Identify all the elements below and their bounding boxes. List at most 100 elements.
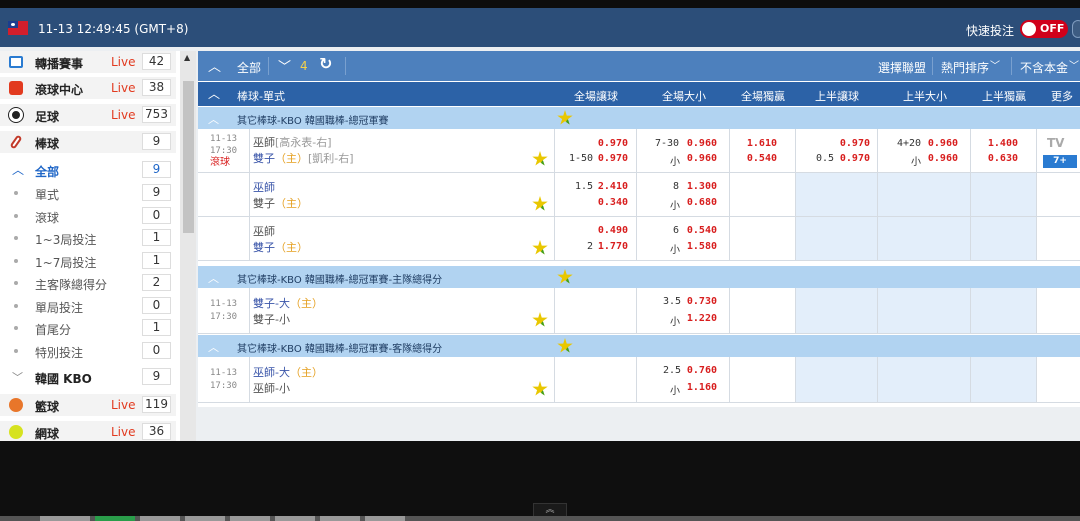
sidebar-item-basketball[interactable]: 籃球 Live 119 (0, 394, 176, 416)
quick-bet-toggle[interactable]: OFF (1020, 20, 1068, 38)
ft-ou-cell[interactable]: 7-30 0.960 小 0.960 (636, 129, 729, 172)
team-name: 巫師 (253, 136, 275, 149)
odds-value[interactable]: 1.400 (988, 138, 1018, 149)
odds-value[interactable]: 0.970 (840, 138, 870, 149)
h1-1x2-cell (970, 357, 1036, 402)
team-name: 雙子 (253, 197, 275, 210)
ft-ou-cell[interactable]: 3.5 0.730 小 1.220 (636, 288, 729, 333)
odds-value[interactable]: 0.540 (687, 225, 717, 236)
sidebar-item-label: 全部 (35, 165, 60, 179)
scroll-to-top-icon[interactable]: ︽ (533, 503, 567, 517)
tv-stream-icon[interactable]: TV (1047, 136, 1064, 150)
sidebar-item-team-totals[interactable]: 主客隊總得分 2 (0, 272, 176, 294)
odds-value[interactable]: 0.730 (687, 296, 717, 307)
h1-ou-cell[interactable]: 4+20 0.960 小 0.960 (877, 129, 970, 172)
sidebar-item-label: 1~7局投注 (35, 256, 97, 270)
odds-value[interactable]: 0.970 (840, 153, 870, 164)
odds-value[interactable]: 0.960 (928, 153, 958, 164)
odds-value[interactable]: 0.340 (598, 197, 628, 208)
handicap-line: 2 (587, 241, 594, 252)
odds-value[interactable]: 0.630 (988, 153, 1018, 164)
ft-ou-cell[interactable]: 8 1.300 小 0.680 (636, 173, 729, 216)
basketball-icon (9, 398, 23, 412)
collapse-icon[interactable]: ︿ (208, 339, 219, 355)
odds-value[interactable]: 0.680 (687, 197, 717, 208)
add-favorite-star-icon[interactable] (532, 381, 548, 396)
ft-1x2-cell[interactable]: 1.610 0.540 (729, 129, 795, 172)
ft-hdp-cell[interactable]: 1.5 2.410 0.340 (554, 173, 636, 216)
odds-value[interactable]: 1.610 (747, 138, 777, 149)
ft-ou-cell[interactable]: 2.5 0.760 小 1.160 (636, 357, 729, 402)
add-favorite-star-icon[interactable] (532, 151, 548, 166)
all-filter[interactable]: 全部 (237, 59, 261, 76)
h1-hdp-cell[interactable]: 0.970 0.5 0.970 (795, 129, 877, 172)
sidebar-item-inplay-sub[interactable]: 滾球 0 (0, 205, 176, 227)
sidebar-item-special[interactable]: 特別投注 0 (0, 340, 176, 362)
sidebar-item-first-last[interactable]: 首尾分 1 (0, 317, 176, 339)
odds-value[interactable]: 0.960 (928, 138, 958, 149)
sidebar-item-single[interactable]: 單式 9 (0, 182, 176, 204)
h1-1x2-cell[interactable]: 1.400 0.630 (970, 129, 1036, 172)
total-line: 4+20 (897, 138, 922, 149)
sidebar-item-all[interactable]: ︿ 全部 9 (0, 159, 176, 181)
odds-value[interactable]: 0.960 (687, 138, 717, 149)
settings-button[interactable] (1072, 20, 1080, 38)
soccer-ball-icon (9, 108, 23, 122)
sidebar-item-inplay[interactable]: 滾球中心 Live 38 (0, 77, 176, 99)
h1-ou-cell (877, 217, 970, 260)
sidebar-item-kbo[interactable]: ﹀ 韓國 KBO 9 (0, 366, 176, 388)
collapse-icon[interactable]: ︿ (208, 85, 220, 102)
league-header[interactable]: ︿ 其它棒球-KBO 韓國職棒-總冠軍賽 (198, 107, 1080, 129)
league-header[interactable]: ︿ 其它棒球-KBO 韓國職棒-總冠軍賽-客隊總得分 (198, 335, 1080, 357)
match-row: 巫師 雙子（主） 0.490 2 1.770 6 0.540 小 1.580 (198, 217, 1080, 261)
collapse-icon[interactable]: ︿ (208, 270, 219, 286)
more-markets-button[interactable]: 7+ (1043, 155, 1077, 168)
sidebar-item-broadcast[interactable]: 轉播賽事 Live 42 (0, 51, 176, 73)
odds-format-dropdown[interactable]: 不含本金 (1020, 59, 1068, 76)
sidebar-item-baseball[interactable]: 棒球 9 (0, 131, 176, 153)
scroll-up-icon[interactable]: ▲ (184, 53, 190, 62)
team-name: 巫師-小 (253, 382, 290, 395)
odds-value[interactable]: 1.580 (687, 241, 717, 252)
add-favorite-star-icon[interactable] (532, 312, 548, 327)
odds-value[interactable]: 1.770 (598, 241, 628, 252)
odds-value[interactable]: 0.540 (747, 153, 777, 164)
sidebar-item-soccer[interactable]: 足球 Live 753 (0, 104, 176, 126)
sidebar-count: 0 (142, 342, 171, 359)
odds-value[interactable]: 2.410 (598, 181, 628, 192)
odds-panel: ︿ 全部 ﹀ 4 ↻ 選擇聯盟 熱門排序 ﹀ 不含本金 ﹀ ︿ 棒球-單式 全場… (198, 51, 1080, 407)
ft-hdp-cell[interactable]: 0.970 1-50 0.970 (554, 129, 636, 172)
add-favorite-star-icon[interactable] (532, 240, 548, 255)
sidebar-scrollbar[interactable]: ▲ (180, 51, 196, 441)
chevron-down-icon: ﹀ (12, 371, 23, 384)
add-favorite-star-icon[interactable] (557, 269, 573, 284)
ft-hdp-cell[interactable]: 0.490 2 1.770 (554, 217, 636, 260)
odds-value[interactable]: 0.970 (598, 138, 628, 149)
odds-value[interactable]: 0.970 (598, 153, 628, 164)
bullet-icon (14, 349, 18, 353)
sort-dropdown[interactable]: 熱門排序 (941, 59, 989, 76)
odds-value[interactable]: 0.490 (598, 225, 628, 236)
sidebar-item-tennis[interactable]: 網球 Live 36 (0, 421, 176, 441)
odds-value[interactable]: 1.220 (687, 313, 717, 324)
total-line: 8 (673, 181, 680, 192)
sidebar-item-innings-1-3[interactable]: 1~3局投注 1 (0, 227, 176, 249)
collapse-all-icon[interactable]: ︿ (208, 56, 221, 75)
scrollbar-thumb[interactable] (183, 81, 194, 233)
add-favorite-star-icon[interactable] (557, 338, 573, 353)
refresh-icon[interactable]: ↻ (319, 54, 332, 73)
odds-value[interactable]: 0.760 (687, 365, 717, 376)
select-league-button[interactable]: 選擇聯盟 (878, 59, 926, 76)
odds-value[interactable]: 1.300 (687, 181, 717, 192)
sidebar-item-innings-1-7[interactable]: 1~7局投注 1 (0, 250, 176, 272)
collapse-icon[interactable]: ︿ (208, 111, 219, 127)
odds-value[interactable]: 1.160 (687, 382, 717, 393)
sidebar-item-single-inning[interactable]: 單局投注 0 (0, 295, 176, 317)
add-favorite-star-icon[interactable] (532, 196, 548, 211)
ft-ou-cell[interactable]: 6 0.540 小 1.580 (636, 217, 729, 260)
add-favorite-star-icon[interactable] (557, 110, 573, 125)
expand-icon[interactable]: ﹀ (278, 56, 291, 75)
league-header[interactable]: ︿ 其它棒球-KBO 韓國職棒-總冠軍賽-主隊總得分 (198, 266, 1080, 288)
odds-value[interactable]: 0.960 (687, 153, 717, 164)
chevron-up-icon: ︿ (12, 163, 25, 177)
